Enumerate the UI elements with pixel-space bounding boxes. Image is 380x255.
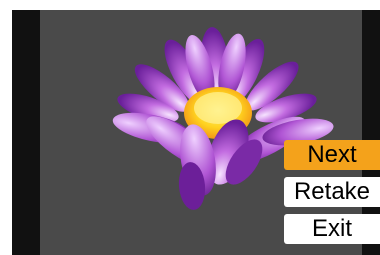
retake-button[interactable]: Retake xyxy=(284,177,380,207)
exit-button[interactable]: Exit xyxy=(284,214,380,244)
action-menu: Next Retake Exit xyxy=(284,140,380,251)
camera-screen: Next Retake Exit xyxy=(12,10,380,255)
next-button[interactable]: Next xyxy=(284,140,380,170)
